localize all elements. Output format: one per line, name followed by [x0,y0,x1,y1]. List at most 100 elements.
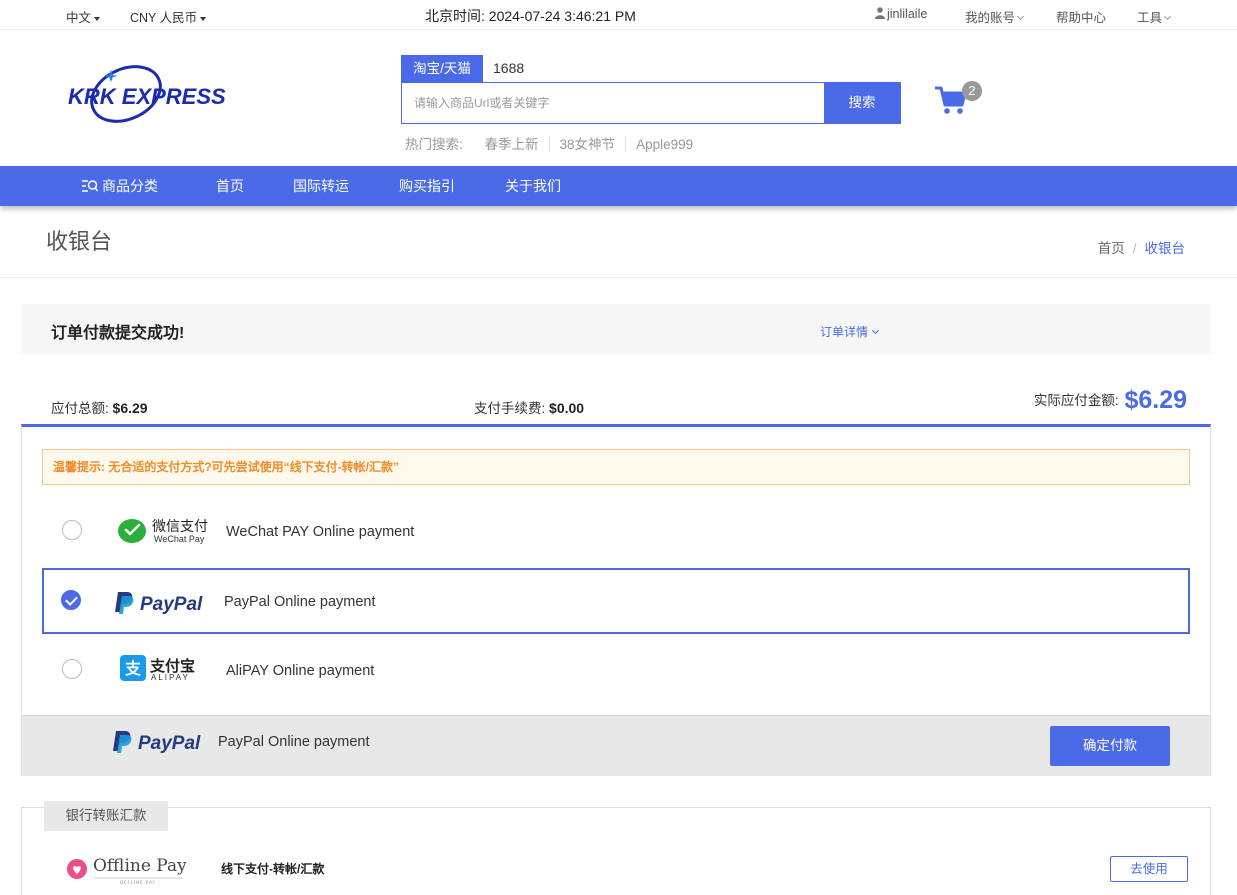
clock-label: 北京时间: [425,8,485,24]
my-account-menu[interactable]: 我的账号 [965,7,1025,26]
svg-text:支: 支 [124,659,142,678]
tools-label: 工具 [1137,11,1163,25]
username: jinlilaile [887,7,928,21]
confirm-payment-button[interactable]: 确定付款 [1050,726,1170,766]
payment-option-wechat[interactable]: 微信支付 WeChat Pay WeChat PAY Online paymen… [42,498,1190,564]
nav-item-home[interactable]: 首页 [216,166,244,206]
chevron-down-icon [1016,12,1025,21]
wechat-pay-logo: 微信支付 WeChat Pay [118,515,208,550]
search-input[interactable] [402,83,824,123]
nav-item-about[interactable]: 关于我们 [505,166,561,206]
language-selector[interactable]: 中文 [66,7,101,26]
language-label: 中文 [66,11,92,25]
paypal-logo-text: PayPal [140,594,203,615]
breadcrumb-home[interactable]: 首页 [1098,241,1125,256]
main-nav: 商品分类 首页 国际转运 购买指引 关于我们 [0,166,1237,206]
search-tab-1688[interactable]: 1688 [493,55,524,82]
tools-menu[interactable]: 工具 [1137,7,1172,26]
search-button[interactable]: 搜索 [824,83,900,123]
currency-label: CNY 人民币 [130,11,198,25]
category-search-icon [82,180,99,192]
caret-down-icon [94,16,101,21]
logo-graphic: KRK EXPRESS [68,65,226,123]
total-value: $6.29 [112,400,148,416]
separator [548,136,550,152]
total-label: 应付总额: [51,401,109,416]
fee-value: $0.00 [549,400,585,416]
actual-amount: 实际应付金额: $6.29 [1034,386,1187,415]
my-account-label: 我的账号 [965,11,1016,25]
hot-search-item[interactable]: 春季上新 [485,137,539,152]
fee-amount: 支付手续费: $0.00 [474,397,584,417]
fee-label: 支付手续费: [474,401,546,416]
alipay-logo: 支 支付宝 ALIPAY [120,655,195,684]
breadcrumb: 首页 / 收银台 [1098,237,1185,257]
hot-searches: 热门搜索: 春季上新 38女神节 Apple999 [405,133,693,153]
chevron-down-icon [871,326,880,335]
actual-value: $6.29 [1124,386,1187,414]
order-detail-label: 订单详情 [820,325,869,339]
divider [0,277,1237,278]
wechat-logo-sub: WeChat Pay [154,534,205,544]
hot-search-item[interactable]: 38女神节 [560,137,616,152]
breadcrumb-current: 收银台 [1144,241,1186,256]
bank-transfer-section: 银行转账汇款 Offline Pay OFFLINE PAY 线下支付-转帐/汇… [21,801,1211,895]
alipay-label: AliPAY Online payment [226,663,375,679]
radio-alipay[interactable] [62,659,82,679]
alipay-logo-sub: ALIPAY [151,673,190,682]
alipay-icon: 支 [120,655,146,681]
breadcrumb-separator: / [1132,241,1137,256]
offline-pay-label: 线下支付-转帐/汇款 [221,862,325,876]
use-offline-pay-button[interactable]: 去使用 [1110,856,1188,882]
offline-logo-sub: OFFLINE PAY [120,880,156,885]
page-title: 收银台 [46,229,113,254]
help-center-label: 帮助中心 [1056,11,1107,25]
nav-item-forwarding[interactable]: 国际转运 [293,166,349,206]
krk-express-logo[interactable]: KRK EXPRESS [66,60,241,130]
paypal-logo-text: PayPal [138,733,201,754]
radio-paypal[interactable] [61,590,81,610]
clock-value: 2024-07-24 3:46:21 PM [488,8,636,24]
caret-down-icon [200,16,207,21]
payment-option-paypal[interactable]: PayPal PayPal Online payment [42,568,1190,634]
paypal-logo: PayPal [112,729,212,758]
radio-wechat[interactable] [62,520,82,540]
cart-count-badge: 2 [962,81,982,101]
total-amount: 应付总额: $6.29 [51,397,148,417]
help-center-link[interactable]: 帮助中心 [1056,7,1106,26]
actual-label: 实际应付金额: [1033,393,1119,408]
beijing-clock: 北京时间: 2024-07-24 3:46:21 PM [425,6,636,26]
success-message: 订单付款提交成功! [51,325,185,342]
search-tab-taobao[interactable]: 淘宝/天猫 [401,55,483,82]
user-menu[interactable]: jinlilaile [875,7,927,21]
bank-transfer-tab[interactable]: 银行转账汇款 [44,801,168,831]
chevron-down-icon [1163,12,1172,21]
paypal-label: PayPal Online payment [224,594,376,610]
paypal-icon: PayPal [113,731,201,754]
order-detail-toggle[interactable]: 订单详情 [820,323,880,340]
selected-method-label: PayPal Online payment [218,734,370,750]
user-icon [875,7,885,19]
search-box: 搜索 [401,82,901,124]
offline-pay-icon: Offline Pay OFFLINE PAY [67,856,187,885]
payment-panel: 温馨提示: 无合适的支付方式?可先尝试使用“线下支付-转帐/汇款” 微信支付 W… [21,424,1211,776]
separator [625,136,627,152]
payment-tip: 温馨提示: 无合适的支付方式?可先尝试使用“线下支付-转帐/汇款” [42,449,1190,485]
currency-selector[interactable]: CNY 人民币 [130,7,207,26]
payment-option-alipay[interactable]: 支 支付宝 ALIPAY AliPAY Online payment [42,637,1190,703]
offline-logo-text: Offline Pay [93,856,186,876]
hot-search-label: 热门搜索: [405,137,463,152]
nav-item-buying-guide[interactable]: 购买指引 [399,166,455,206]
top-bar: 中文 CNY 人民币 北京时间: 2024-07-24 3:46:21 PM j… [0,0,1237,30]
wechat-logo-text: 微信支付 [152,518,208,534]
paypal-icon: PayPal [115,592,203,615]
order-success-bar: 订单付款提交成功! 订单详情 [21,304,1211,354]
wechat-label: WeChat PAY Online payment [226,524,415,540]
paypal-logo: PayPal [114,590,214,619]
nav-item-categories[interactable]: 商品分类 [82,166,158,206]
hot-search-item[interactable]: Apple999 [636,137,693,152]
offline-pay-logo: Offline Pay OFFLINE PAY [66,852,187,889]
nav-categories-label: 商品分类 [102,178,158,194]
payment-summary-bar: PayPal PayPal Online payment 确定付款 [22,715,1210,776]
logo-text: KRK EXPRESS [68,84,226,109]
